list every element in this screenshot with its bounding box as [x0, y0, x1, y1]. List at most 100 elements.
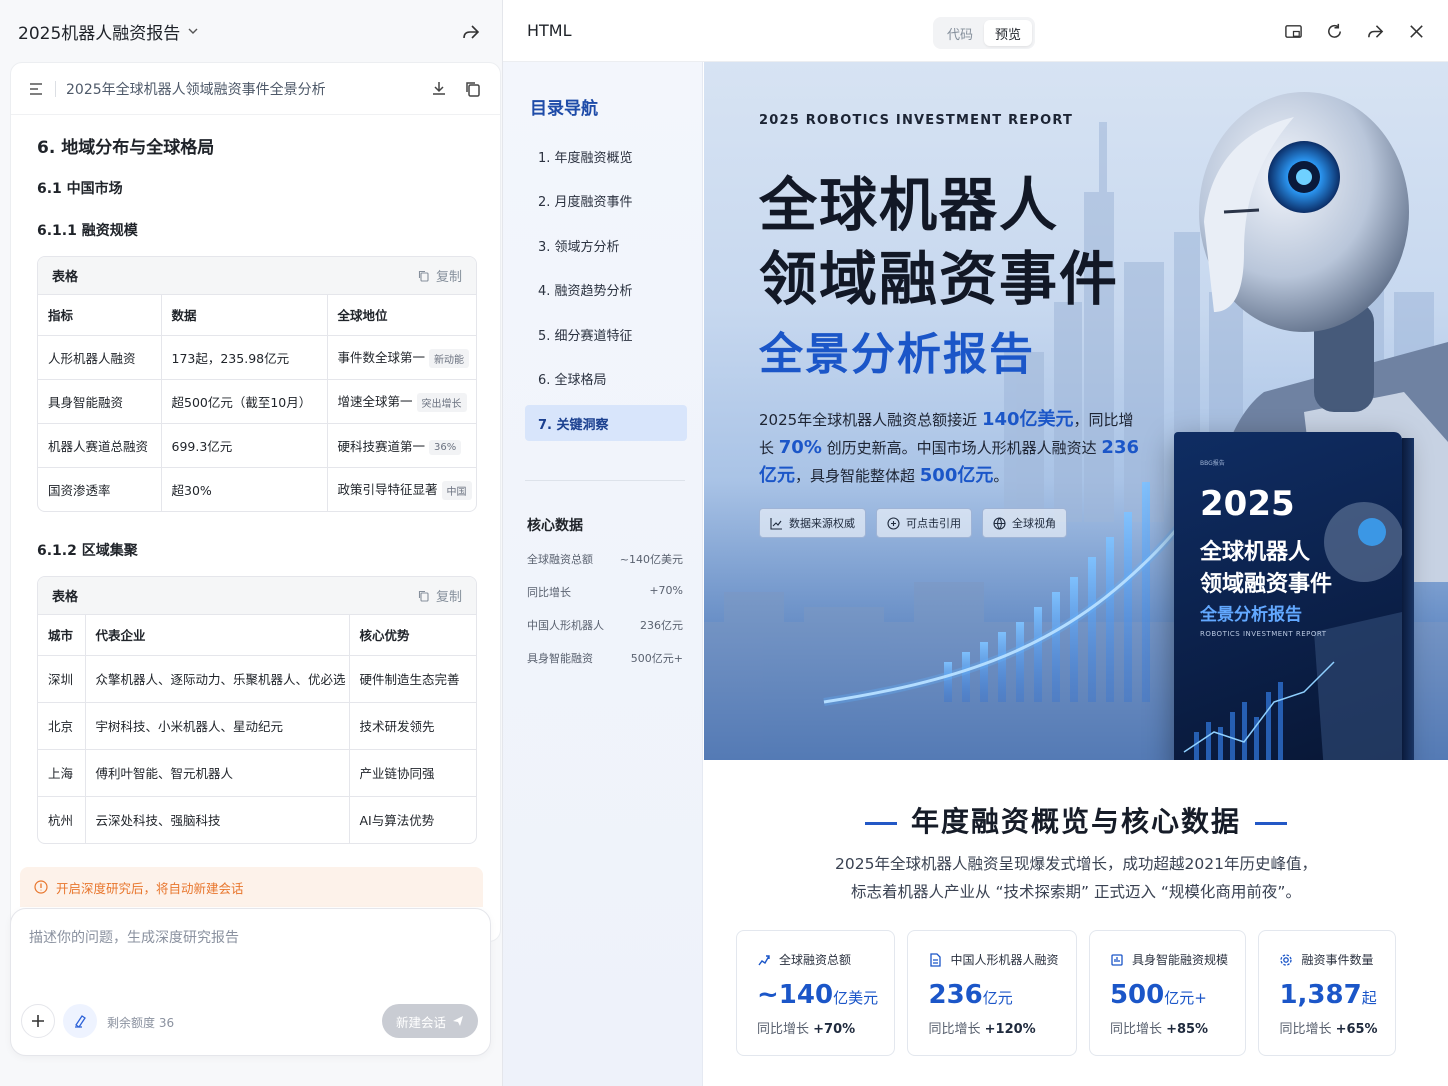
book-subtitle: ROBOTICS INVESTMENT REPORT [1200, 630, 1327, 638]
stat-label-text: 具身智能融资规模 [1131, 953, 1228, 967]
download-icon[interactable] [430, 80, 448, 98]
table-cell: 产业链协同强 [349, 749, 476, 797]
toc-item-overview[interactable]: 1. 年度融资概览 [525, 138, 687, 174]
copy-table-button[interactable]: 复制 [418, 586, 462, 605]
toc-item-domain[interactable]: 3. 领域方分析 [525, 227, 687, 263]
growth-value: +85% [1166, 1022, 1209, 1037]
regional-cluster-table: 表格 复制 城市 代表企业 核心优势 深圳 众擎机器人、逐际动力、乐聚机器人、优… [37, 576, 477, 844]
stat-unit: 亿元+ [1164, 989, 1207, 1007]
column-header: 代表企业 [85, 615, 350, 656]
table-cell: 宇树科技、小米机器人、星动纪元 [85, 702, 350, 750]
divider [55, 80, 56, 97]
stat-number: 500 [1109, 980, 1165, 1010]
chevron-down-icon[interactable] [188, 26, 198, 36]
column-header: 核心优势 [349, 615, 476, 656]
share-icon[interactable] [461, 22, 481, 42]
table-header-row: 城市 代表企业 核心优势 [38, 615, 476, 656]
copy-label: 复制 [435, 590, 462, 605]
table-cell: 699.3亿元 [161, 423, 328, 468]
stat-number: ~140 [757, 980, 834, 1010]
tab-code[interactable]: 代码 [936, 20, 984, 46]
copy-icon[interactable] [464, 80, 482, 98]
quota-text: 剩余额度 36 [107, 1016, 175, 1030]
message-composer: 描述你的问题，生成深度研究报告 剩余额度 36 新建会话 [10, 908, 491, 1056]
table-cell: 超500亿元（截至10月） [161, 379, 328, 424]
tab-preview[interactable]: 预览 [984, 20, 1032, 46]
document-icon [930, 952, 942, 967]
pill-label: 数据来源权威 [789, 517, 855, 530]
stat-growth: 同比增长 +85% [1110, 1018, 1246, 1037]
table-header-bar: 表格 复制 [38, 257, 476, 295]
pill-data-source[interactable]: 数据来源权威 [759, 508, 866, 538]
desc-highlight: 140亿美元 [981, 409, 1074, 430]
notice-text: 开启深度研究后，将自动新建会话 [56, 880, 244, 896]
cell-text: 政策引导特征显著 [337, 481, 438, 497]
table: 城市 代表企业 核心优势 深圳 众擎机器人、逐际动力、乐聚机器人、优必选 硬件制… [38, 615, 476, 843]
column-header: 指标 [38, 295, 162, 336]
table-label: 表格 [52, 590, 79, 605]
toc-item-segments[interactable]: 5. 细分赛道特征 [525, 316, 687, 352]
hero-description: 2025年全球机器人融资总额接近 140亿美元，同比增长 70% 创历史新高。中… [759, 406, 1139, 490]
table-cell: 深圳 [38, 655, 86, 703]
composer-input[interactable]: 描述你的问题，生成深度研究报告 [29, 927, 239, 947]
tag-badge: 新动能 [429, 348, 470, 368]
refresh-icon[interactable] [1325, 22, 1344, 41]
toc-item-global[interactable]: 6. 全球格局 [525, 361, 687, 397]
copy-label: 复制 [435, 270, 462, 285]
hero-title-line1: 全球机器人 [759, 171, 1060, 239]
conversation-title[interactable]: 2025机器人融资报告 [18, 19, 180, 44]
toc-item-trend[interactable]: 4. 融资趋势分析 [525, 272, 687, 308]
table-cell: 杭州 [38, 796, 86, 843]
key-data-label: 全球融资总额 [527, 553, 593, 566]
view-toggle: 代码 预览 [933, 17, 1035, 49]
open-window-icon[interactable] [1284, 22, 1303, 41]
key-data-label: 同比增长 [527, 586, 571, 599]
link-icon [887, 516, 900, 530]
heading-h3-cluster: 6.1.2 区域集聚 [37, 543, 138, 559]
toc-item-insights[interactable]: 7. 关键洞察 [525, 405, 687, 441]
deep-research-notice: 开启深度研究后，将自动新建会话 [20, 867, 483, 907]
stat-label: 具身智能融资规模 [1110, 951, 1246, 968]
growth-value: +70% [813, 1022, 856, 1037]
table-cell: 北京 [38, 702, 86, 750]
toc-item-monthly[interactable]: 2. 月度融资事件 [525, 183, 687, 219]
stat-unit: 亿美元 [833, 989, 879, 1007]
stat-card-events: 融资事件数量 1,387起 同比增长 +65% [1258, 930, 1396, 1056]
desc-text: 。 [993, 467, 1009, 485]
table-cell: 云深处科技、强脑科技 [85, 796, 350, 843]
toc-list: 1. 年度融资概览 2. 月度融资事件 3. 领域方分析 4. 融资趋势分析 5… [525, 138, 687, 450]
stat-unit: 起 [1361, 989, 1377, 1007]
stat-label: 全球融资总额 [757, 951, 894, 968]
desc-highlight: 70% [778, 437, 822, 458]
stat-card-china-humanoid: 中国人形机器人融资 236亿元 同比增长 +120% [907, 930, 1077, 1056]
growth-value: +120% [984, 1022, 1036, 1037]
preview-actions [1262, 22, 1426, 41]
globe-icon [993, 516, 1006, 530]
growth-label: 同比增长 [1279, 1022, 1336, 1037]
add-attachment-button[interactable] [21, 1004, 55, 1038]
table-row: 上海 傅利叶智能、智元机器人 产业链协同强 [38, 749, 476, 797]
stat-label: 融资事件数量 [1279, 951, 1395, 968]
pill-citation[interactable]: 可点击引用 [876, 508, 972, 538]
growth-label: 同比增长 [757, 1022, 814, 1037]
tag-badge: 中国 [441, 480, 472, 500]
book-year: 2025 [1200, 484, 1295, 524]
stat-card-global-total: 全球融资总额 ~140亿美元 同比增长 +70% [736, 930, 896, 1056]
close-icon[interactable] [1407, 22, 1426, 41]
book-title-line1: 全球机器人 [1200, 540, 1311, 565]
desc-text: 创历史新高。中国市场人形机器人融资达 [821, 439, 1102, 457]
table-cell: 事件数全球第一 新动能 [327, 335, 476, 380]
new-session-button[interactable]: 新建会话 [382, 1004, 478, 1038]
outline-icon[interactable] [29, 82, 45, 96]
pill-global[interactable]: 全球视角 [982, 508, 1067, 538]
stat-growth: 同比增长 +70% [757, 1018, 894, 1037]
stat-value: 500亿元+ [1110, 980, 1246, 1010]
document-toolbar: 2025年全球机器人领域融资事件全景分析 [11, 63, 500, 115]
hero-feature-pills: 数据来源权威 可点击引用 全球视角 [759, 508, 1077, 538]
column-header: 数据 [161, 295, 328, 336]
share-icon[interactable] [1366, 22, 1385, 41]
table-cell: 人形机器人融资 [38, 335, 162, 380]
table-header-bar: 表格 复制 [38, 577, 476, 615]
deep-research-toggle[interactable] [63, 1004, 97, 1038]
copy-table-button[interactable]: 复制 [418, 266, 462, 285]
